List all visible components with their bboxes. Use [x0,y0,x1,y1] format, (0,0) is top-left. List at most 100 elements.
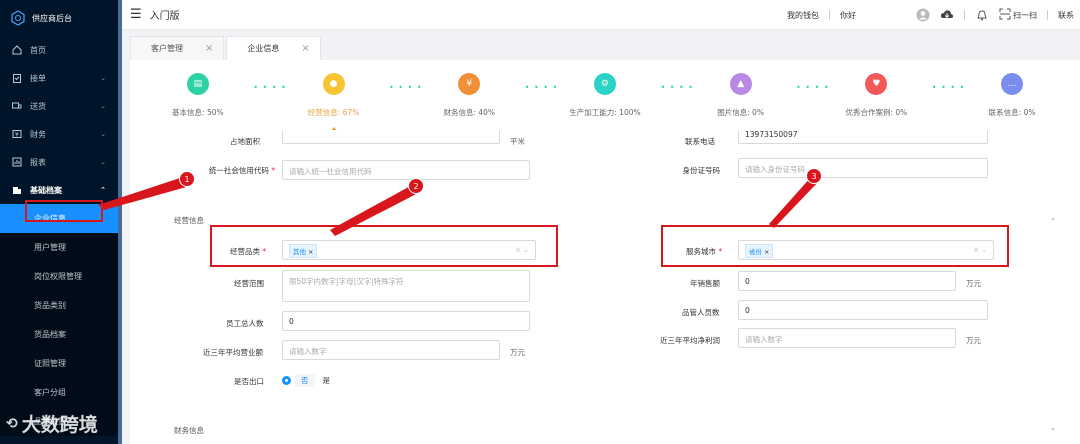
step-production-capacity[interactable]: ⚙ 生产加工能力: 100% • • • • [550,72,693,118]
top-header: ☰ 入门版 我的钱包 你好 扫一扫 联系 [122,0,1080,30]
close-icon[interactable]: × [301,43,309,54]
qc-staff-input[interactable]: 0 [738,300,988,320]
sidebar-item-delivery[interactable]: 送货 ⌄ [0,92,118,120]
tab-customer-management[interactable]: 客户管理 × [130,36,225,60]
scrollbar-thumb[interactable] [118,0,122,444]
credit-code-input[interactable]: 请输入统一社会信用代码 [282,160,530,180]
sidebar-subitem-user-management[interactable]: 用户管理 [0,233,118,262]
avg-revenue-label: 近三年平均营业额 [203,348,263,357]
sidebar-item-finance[interactable]: ¥ 财务 ⌄ [0,120,118,148]
section-business-info[interactable]: 经营信息 [174,215,204,226]
id-number-input[interactable]: 请输入身份证号码 [738,158,988,178]
close-icon[interactable]: × [205,43,213,54]
sidebar-item-label: 接单 [30,73,46,83]
scan-button[interactable]: 扫一扫 [999,8,1037,22]
watermark-text: 大数跨境 [21,414,98,436]
menu-toggle-icon[interactable]: ☰ [130,7,142,22]
chevron-down-icon[interactable]: ⌄ [1050,424,1056,432]
contact-link[interactable]: 联系 [1058,10,1074,21]
sidebar-item-orders[interactable]: 接单 ⌄ [0,64,118,92]
avg-revenue-unit: 万元 [510,348,525,357]
watermark-logo-icon: ⟲ [6,415,18,432]
credit-code-placeholder: 请输入统一社会信用代码 [289,167,372,176]
step-contact-info[interactable]: … 联系信息: 0% [957,72,1067,118]
progress-steps: ▤ 基本信息: 50% • • • • ● 经营信息: 67% • • • • … [130,60,1080,132]
step-icon: ● [322,72,345,95]
step-finance-info[interactable]: ¥ 财务信息: 40% • • • • [414,72,557,118]
step-icon: ¥ [458,72,481,95]
chevron-down-icon: ⌄ [100,158,106,166]
staff-total-input[interactable]: 0 [282,311,530,331]
export-label: 是否出口 [234,377,264,386]
staff-total-value: 0 [289,317,294,326]
annotation-badge-2: 2 [408,178,424,194]
cloud-download-icon[interactable] [940,8,954,22]
area-label: 占地面积 [230,137,260,146]
scan-label: 扫一扫 [1013,10,1037,20]
sidebar-subitem-customer-group[interactable]: 客户分组 [0,378,118,407]
scope-label: 经营范围 [234,279,264,288]
section-finance-info[interactable]: 财务信息 [174,425,204,436]
phone-input[interactable]: 13973150097 [738,130,988,144]
chevron-down-icon: ⌄ [100,102,106,110]
annotation-badge-3: 3 [806,168,822,184]
scope-textarea[interactable]: 限50字内数字|字母|汉字|特殊字符 [282,270,530,302]
step-label: 联系信息: 0% [988,107,1036,117]
step-label: 基本信息: 50% [172,107,224,117]
sidebar-subitem-goods-category[interactable]: 货品类别 [0,291,118,320]
sidebar-item-home[interactable]: 首页 [0,36,118,64]
breadcrumb: 入门版 [149,11,180,22]
radio-selected-icon[interactable] [282,376,291,385]
sidebar-item-label: 首页 [30,45,46,55]
qc-staff-value: 0 [745,306,750,315]
annotation-box-city [661,225,1009,267]
step-business-info[interactable]: ● 经营信息: 67% • • • • [279,72,422,132]
credit-code-label-text: 统一社会信用代码 [208,166,269,175]
required-mark: * [271,166,275,175]
sales-label: 年销售额 [690,279,720,288]
sidebar-subitem-goods-archive[interactable]: 货品档案 [0,320,118,349]
greeting-text: 你好 [840,10,856,20]
avatar-icon[interactable] [916,8,930,22]
phone-label: 联系电话 [685,137,715,146]
annotation-box-category [210,225,558,267]
step-basic-info[interactable]: ▤ 基本信息: 50% • • • • [143,72,286,118]
sidebar-subitem-role-permissions[interactable]: 岗位权限管理 [0,262,118,291]
sales-input[interactable]: 0 [738,271,956,291]
phone-value: 13973150097 [745,130,798,139]
scope-placeholder: 限50字内数字|字母|汉字|特殊字符 [289,277,404,286]
wallet-link[interactable]: 我的钱包 [787,10,819,21]
export-radio-group: 否 是 [282,374,330,387]
avg-revenue-placeholder: 请输入数字 [289,347,327,356]
bell-icon[interactable] [975,8,989,22]
radio-option-yes[interactable]: 是 [323,375,331,386]
step-label: 图片信息: 0% [717,107,765,117]
truck-icon [12,101,22,111]
avg-revenue-input[interactable]: 请输入数字 [282,340,500,360]
avg-profit-input[interactable]: 请输入数字 [738,328,956,348]
home-icon [12,45,22,55]
step-icon: … [1001,72,1024,95]
step-icon: ♥ [865,72,888,95]
report-icon [12,157,22,167]
brand: 供应商后台 [0,0,118,36]
step-cases[interactable]: ♥ 优秀合作案例: 0% • • • • [821,72,964,118]
header-actions: 我的钱包 你好 扫一扫 联系 [787,0,1080,30]
radio-option-no[interactable]: 否 [295,374,315,387]
area-unit: 平米 [510,137,525,146]
step-image-info[interactable]: ▲ 图片信息: 0% • • • • [686,72,829,118]
step-label: 优秀合作案例: 0% [845,107,908,117]
area-input[interactable] [282,130,500,144]
divider [1047,10,1048,20]
sidebar-subitem-license-management[interactable]: 证照管理 [0,349,118,378]
tab-company-info[interactable]: 企业信息 × [226,36,321,60]
avg-profit-placeholder: 请输入数字 [745,335,783,344]
step-icon: ▲ [729,72,752,95]
logo-icon [11,10,25,26]
chevron-down-icon[interactable]: ⌄ [1050,214,1056,222]
sidebar-scrollbar[interactable] [118,0,122,444]
clipboard-icon [12,73,22,83]
sidebar-item-reports[interactable]: 报表 ⌄ [0,148,118,176]
scan-icon [999,8,1011,22]
annotation-box-company-info [25,200,103,222]
